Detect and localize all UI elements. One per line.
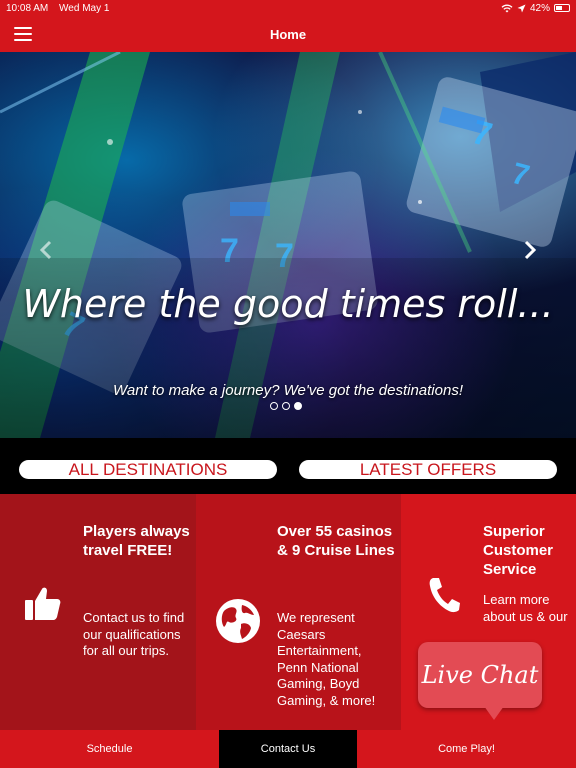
feature-casinos: Over 55 casinos & 9 Cruise Lines We repr… bbox=[196, 494, 401, 730]
status-bar: 10:08 AM Wed May 1 42% bbox=[0, 0, 576, 16]
latest-offers-button[interactable]: LATEST OFFERS bbox=[299, 460, 557, 479]
tab-bar: Schedule Contact Us Come Play! bbox=[0, 730, 576, 768]
globe-icon bbox=[216, 599, 260, 643]
hamburger-icon[interactable] bbox=[14, 27, 32, 41]
status-date: Wed May 1 bbox=[59, 2, 110, 14]
carousel-prev-icon[interactable] bbox=[36, 240, 56, 260]
carousel-indicators bbox=[270, 402, 302, 410]
live-chat-button[interactable]: Live Chat bbox=[418, 642, 542, 708]
location-arrow-icon bbox=[517, 4, 526, 12]
feature-title: Players always travel FREE! bbox=[83, 523, 190, 559]
live-chat-label: Live Chat bbox=[421, 661, 539, 689]
feature-body: We represent Caesars Entertainment, Penn… bbox=[277, 610, 376, 708]
hero-headline: Where the good times roll... bbox=[22, 282, 554, 326]
tab-schedule[interactable]: Schedule bbox=[0, 730, 219, 768]
battery-percent: 42% bbox=[529, 2, 550, 14]
all-destinations-button[interactable]: ALL DESTINATIONS bbox=[19, 460, 277, 479]
thumbs-up-icon bbox=[25, 587, 61, 620]
carousel-next-icon[interactable] bbox=[520, 240, 540, 260]
status-left: 10:08 AM Wed May 1 bbox=[6, 3, 117, 14]
wifi-icon bbox=[501, 4, 513, 12]
page-title: Home bbox=[269, 26, 307, 42]
feature-body: Contact us to find our qualifications fo… bbox=[83, 610, 185, 658]
feature-title: Superior Customer Service bbox=[483, 523, 554, 578]
tab-contact-us[interactable]: Contact Us bbox=[219, 730, 357, 768]
status-time: 10:08 AM bbox=[6, 2, 49, 14]
carousel-dot[interactable] bbox=[270, 402, 278, 410]
tab-come-play[interactable]: Come Play! bbox=[357, 730, 576, 768]
hero-carousel[interactable]: 7 7 7 7 7 Where the good times roll... W… bbox=[0, 52, 576, 438]
feature-free-travel: Players always travel FREE! Contact us t… bbox=[0, 494, 196, 730]
phone-icon bbox=[429, 578, 460, 613]
carousel-dot[interactable] bbox=[282, 402, 290, 410]
nav-bar: Home bbox=[0, 16, 576, 52]
feature-title: Over 55 casinos & 9 Cruise Lines bbox=[277, 523, 395, 559]
battery-icon bbox=[554, 4, 570, 12]
status-right: 42% bbox=[501, 3, 570, 14]
carousel-dot-active[interactable] bbox=[294, 402, 302, 410]
live-chat-tail bbox=[484, 706, 504, 720]
cta-strip: ALL DESTINATIONS LATEST OFFERS bbox=[0, 438, 576, 494]
feature-body: Learn more about us & our bbox=[483, 592, 568, 624]
hero-subheadline: Want to make a journey? We've got the de… bbox=[112, 382, 463, 399]
